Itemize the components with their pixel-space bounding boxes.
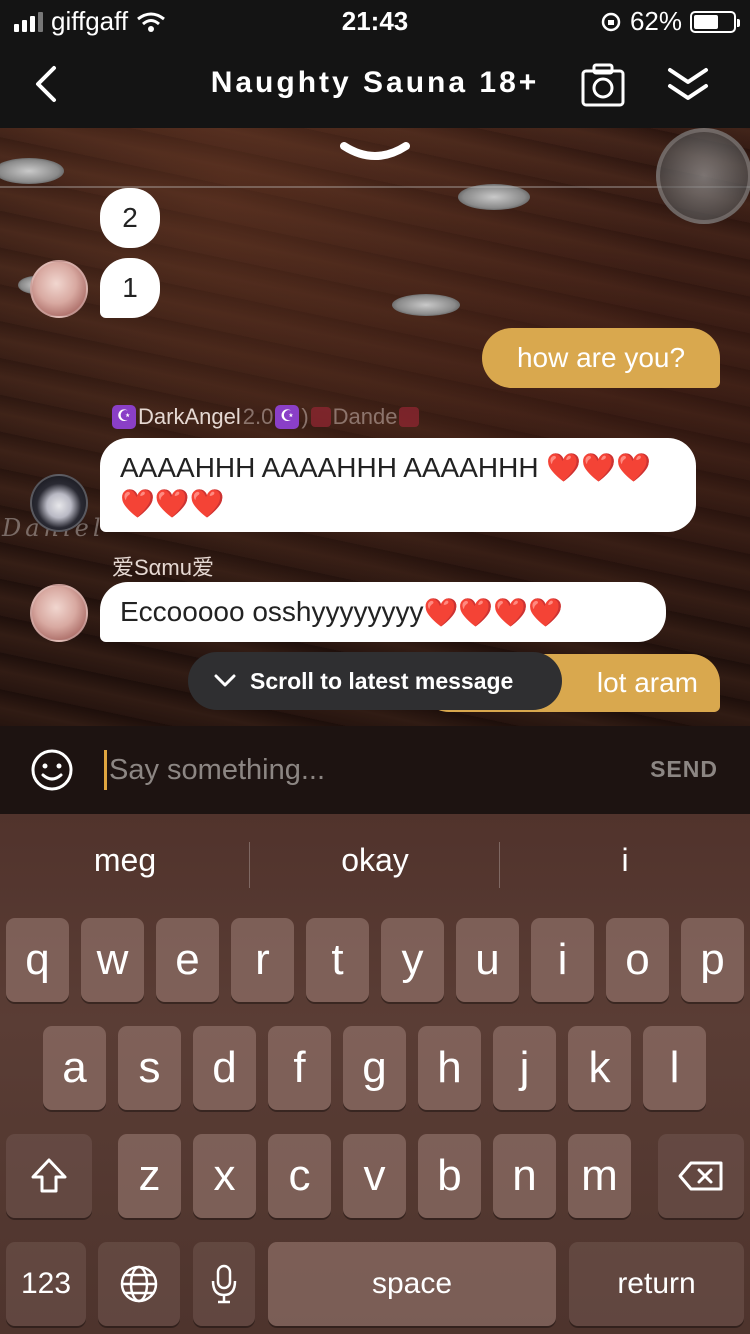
chat-title: Naughty Sauna 18+ <box>210 66 540 99</box>
sender-name-text: Dande <box>332 404 398 429</box>
delete-key[interactable] <box>658 1134 744 1218</box>
battery-icon <box>690 10 740 33</box>
shift-key[interactable] <box>6 1134 92 1218</box>
key-t[interactable]: t <box>306 918 369 1002</box>
key-p[interactable]: p <box>681 918 744 1002</box>
suggestion-bar: meg okay i <box>0 814 750 914</box>
key-y[interactable]: y <box>381 918 444 1002</box>
battery-fill <box>694 14 718 29</box>
heart-emojis: ❤️❤️❤️❤️ <box>423 596 563 628</box>
avatar[interactable] <box>30 474 88 532</box>
globe-key[interactable] <box>98 1242 180 1326</box>
emoji-icon[interactable] <box>30 748 74 792</box>
sender-name[interactable]: ☪ DarkAngel 2.0 ☪ ) Dande <box>112 404 420 430</box>
avatar[interactable] <box>30 584 88 642</box>
angry-face-icon <box>399 407 420 427</box>
key-g[interactable]: g <box>343 1026 406 1110</box>
sender-name-text: ) <box>301 404 309 429</box>
key-q[interactable]: q <box>6 918 69 1002</box>
rotation-lock-icon <box>601 12 621 31</box>
avatar[interactable] <box>30 260 88 318</box>
message-bubble[interactable]: Eccooooo osshyyyyyyyy ❤️❤️❤️❤️ <box>100 582 666 642</box>
floating-avatar[interactable] <box>656 128 750 224</box>
suggestion[interactable]: okay <box>250 842 500 879</box>
chat-area[interactable]: Daniel 2 1 how are you? ☪ DarkAngel 2.0 … <box>0 128 750 726</box>
suggestion[interactable]: meg <box>0 842 250 879</box>
key-x[interactable]: x <box>193 1134 256 1218</box>
shift-icon <box>31 1158 67 1193</box>
message-text: Eccooooo osshyyyyyyyy <box>120 596 424 627</box>
message-bubble[interactable]: 1 <box>100 258 160 318</box>
key-h[interactable]: h <box>418 1026 481 1110</box>
pull-down-chevron-icon[interactable] <box>338 140 412 170</box>
sender-name-text: 爱Sαmu爱 <box>112 555 214 580</box>
divider-line <box>0 186 750 188</box>
key-j[interactable]: j <box>493 1026 556 1110</box>
sender-name-text: 2.0 <box>242 404 274 429</box>
message-text: how are you? <box>516 342 686 373</box>
moon-badge-icon: ☪ <box>112 405 136 429</box>
scroll-to-latest-button[interactable]: Scroll to latest message <box>188 652 562 710</box>
angry-face-icon <box>310 407 331 427</box>
collapse-double-chevron-icon[interactable] <box>664 62 712 108</box>
key-n[interactable]: n <box>493 1134 556 1218</box>
moon-badge-icon: ☪ <box>275 405 300 429</box>
key-w[interactable]: w <box>81 918 144 1002</box>
message-input[interactable] <box>104 750 604 790</box>
key-f[interactable]: f <box>268 1026 331 1110</box>
message-text: lot aram <box>596 667 698 698</box>
key-v[interactable]: v <box>343 1134 406 1218</box>
message-bubble[interactable]: AAAAHHH AAAAHHH AAAAHHH ❤️❤️❤️❤️❤️❤️ <box>100 438 696 532</box>
key-k[interactable]: k <box>568 1026 631 1110</box>
scroll-pill-label: Scroll to latest message <box>250 667 514 694</box>
key-d[interactable]: d <box>193 1026 256 1110</box>
message-text: 2 <box>122 202 138 233</box>
backspace-icon <box>678 1161 723 1191</box>
key-o[interactable]: o <box>606 918 669 1002</box>
return-key[interactable]: return <box>569 1242 744 1326</box>
key-z[interactable]: z <box>118 1134 181 1218</box>
own-message-bubble[interactable]: how are you? <box>482 328 720 388</box>
microphone-key[interactable] <box>193 1242 255 1326</box>
message-text: AAAAHHH AAAAHHH AAAAHHH <box>120 452 539 483</box>
key-b[interactable]: b <box>418 1134 481 1218</box>
nav-bar: Naughty Sauna 18+ <box>0 42 750 128</box>
chevron-down-icon <box>214 674 236 687</box>
microphone-icon <box>211 1264 237 1304</box>
keyboard: meg okay i q w e r t y u i o p a s d f g… <box>0 814 750 1334</box>
key-u[interactable]: u <box>456 918 519 1002</box>
suggestion[interactable]: i <box>500 842 750 879</box>
key-a[interactable]: a <box>43 1026 106 1110</box>
camera-icon[interactable] <box>580 62 626 108</box>
message-text: 1 <box>122 272 138 303</box>
battery-percent: 62% <box>629 6 682 36</box>
sender-name[interactable]: 爱Sαmu爱 <box>112 550 214 582</box>
sender-name-text: DarkAngel <box>138 404 241 429</box>
numbers-key[interactable]: 123 <box>6 1242 86 1326</box>
key-l[interactable]: l <box>643 1026 706 1110</box>
send-button[interactable]: SEND <box>650 756 718 783</box>
key-m[interactable]: m <box>568 1134 631 1218</box>
status-right: 62% <box>600 6 740 37</box>
key-e[interactable]: e <box>156 918 219 1002</box>
key-c[interactable]: c <box>268 1134 331 1218</box>
message-bubble[interactable]: 2 <box>100 188 160 248</box>
back-chevron-icon[interactable] <box>26 60 66 108</box>
status-bar: giffgaff 21:43 62% <box>0 0 750 42</box>
key-r[interactable]: r <box>231 918 294 1002</box>
key-s[interactable]: s <box>118 1026 181 1110</box>
globe-icon <box>120 1265 158 1303</box>
key-i[interactable]: i <box>531 918 594 1002</box>
space-key[interactable]: space <box>268 1242 556 1326</box>
message-composer: SEND <box>0 726 750 814</box>
ceiling-light <box>392 294 460 316</box>
